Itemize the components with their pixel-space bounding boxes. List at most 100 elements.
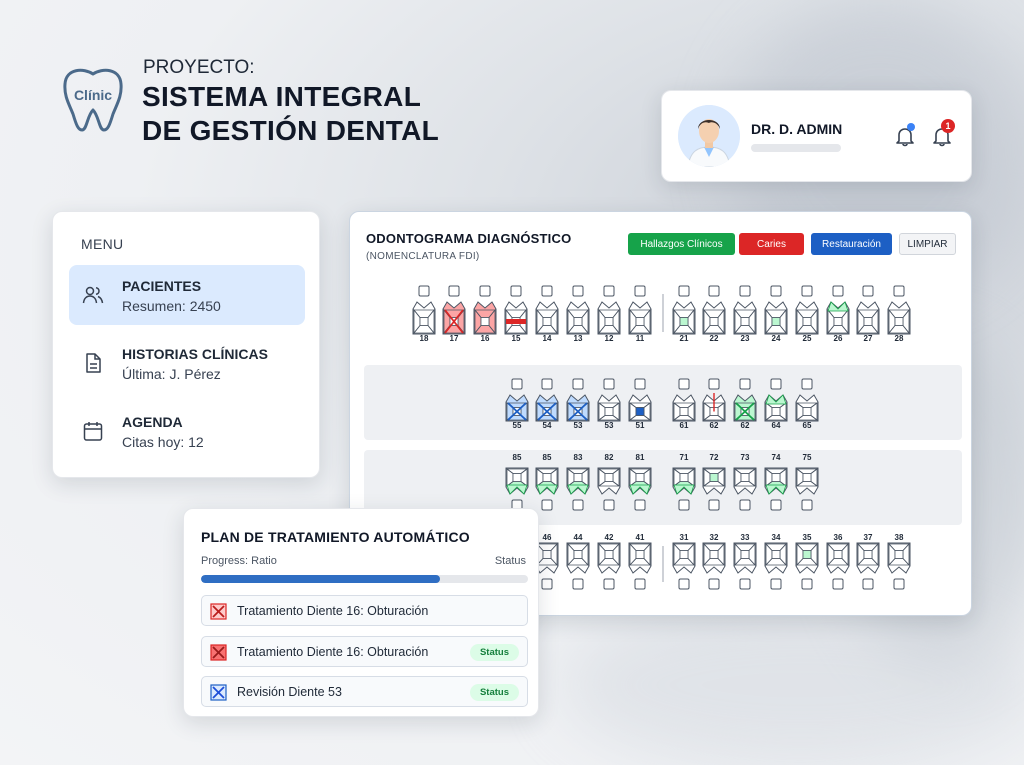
tooth-checkbox[interactable] [801,378,813,390]
tooth-checkbox[interactable] [739,378,751,390]
tooth-41[interactable]: 41 [628,533,652,590]
tooth-checkbox[interactable] [739,578,751,590]
tooth-checkbox[interactable] [708,578,720,590]
tooth-checkbox[interactable] [479,285,491,297]
tooth-checkbox[interactable] [603,499,615,511]
tooth-checkbox[interactable] [801,578,813,590]
tooth-24[interactable]: 24 [764,285,788,343]
tooth-61[interactable]: 61 [672,378,696,430]
tooth-31[interactable]: 31 [672,533,696,590]
tooth-81[interactable]: 81 [628,453,652,511]
tooth-checkbox[interactable] [770,378,782,390]
tooth-22[interactable]: 22 [702,285,726,343]
tooth-checkbox[interactable] [541,578,553,590]
tooth-12[interactable]: 12 [597,285,621,343]
tooth-14[interactable]: 14 [535,285,559,343]
tooth-checkbox[interactable] [801,499,813,511]
tooth-16[interactable]: 16 [473,285,497,343]
tooth-checkbox[interactable] [634,378,646,390]
tooth-checkbox[interactable] [770,578,782,590]
tooth-83[interactable]: 83 [566,453,590,511]
tooth-checkbox[interactable] [708,285,720,297]
tooth-62[interactable]: 62 [702,378,726,430]
tooth-55[interactable]: 55 [505,378,529,430]
tooth-13[interactable]: 13 [566,285,590,343]
tooth-82[interactable]: 82 [597,453,621,511]
tooth-checkbox[interactable] [801,285,813,297]
tooth-11[interactable]: 11 [628,285,652,343]
tooth-53[interactable]: 53 [597,378,621,430]
tooth-71[interactable]: 71 [672,453,696,511]
tooth-35[interactable]: 35 [795,533,819,590]
tooth-64[interactable]: 64 [764,378,788,430]
tooth-checkbox[interactable] [739,499,751,511]
tooth-checkbox[interactable] [634,499,646,511]
tooth-checkbox[interactable] [572,378,584,390]
tooth-51[interactable]: 51 [628,378,652,430]
tooth-42[interactable]: 42 [597,533,621,590]
tooth-checkbox[interactable] [603,578,615,590]
tooth-checkbox[interactable] [678,378,690,390]
tooth-54[interactable]: 54 [535,378,559,430]
tooth-checkbox[interactable] [572,578,584,590]
tooth-21[interactable]: 21 [672,285,696,343]
avatar[interactable] [678,105,740,167]
tooth-37[interactable]: 37 [856,533,880,590]
tooth-checkbox[interactable] [603,378,615,390]
menu-item-pacientes[interactable]: PACIENTES Resumen: 2450 [69,265,305,325]
tooth-44[interactable]: 44 [566,533,590,590]
tooth-62[interactable]: 62 [733,378,757,430]
tooth-checkbox[interactable] [634,285,646,297]
tooth-72[interactable]: 72 [702,453,726,511]
tooth-23[interactable]: 23 [733,285,757,343]
tooth-checkbox[interactable] [739,285,751,297]
tooth-75[interactable]: 75 [795,453,819,511]
tooth-checkbox[interactable] [448,285,460,297]
tooth-checkbox[interactable] [510,285,522,297]
tooth-checkbox[interactable] [541,499,553,511]
tooth-checkbox[interactable] [893,285,905,297]
tooth-46[interactable]: 46 [535,533,559,590]
tooth-18[interactable]: 18 [412,285,436,343]
tooth-checkbox[interactable] [634,578,646,590]
tooth-15[interactable]: 15 [504,285,528,343]
task-item[interactable]: Tratamiento Diente 16: Obturación [201,595,528,626]
tooth-32[interactable]: 32 [702,533,726,590]
tooth-checkbox[interactable] [770,499,782,511]
tooth-checkbox[interactable] [541,378,553,390]
tooth-73[interactable]: 73 [733,453,757,511]
tooth-checkbox[interactable] [708,499,720,511]
tooth-checkbox[interactable] [511,378,523,390]
tooth-checkbox[interactable] [708,378,720,390]
tooth-checkbox[interactable] [572,499,584,511]
tooth-checkbox[interactable] [678,578,690,590]
tooth-34[interactable]: 34 [764,533,788,590]
task-item[interactable]: Revisión Diente 53 Status [201,676,528,707]
tooth-36[interactable]: 36 [826,533,850,590]
tooth-checkbox[interactable] [862,285,874,297]
notification-bell-alert[interactable]: 1 [931,119,955,147]
tooth-38[interactable]: 38 [887,533,911,590]
tooth-27[interactable]: 27 [856,285,880,343]
tooth-65[interactable]: 65 [795,378,819,430]
tooth-26[interactable]: 26 [826,285,850,343]
task-item[interactable]: Tratamiento Diente 16: Obturación Status [201,636,528,667]
tooth-checkbox[interactable] [678,499,690,511]
tooth-74[interactable]: 74 [764,453,788,511]
tooth-28[interactable]: 28 [887,285,911,343]
menu-item-agenda[interactable]: AGENDA Citas hoy: 12 [69,401,305,461]
tooth-53[interactable]: 53 [566,378,590,430]
tooth-checkbox[interactable] [678,285,690,297]
tooth-checkbox[interactable] [770,285,782,297]
tooth-checkbox[interactable] [832,285,844,297]
notification-bell[interactable] [894,123,916,147]
tooth-17[interactable]: 17 [442,285,466,343]
tooth-33[interactable]: 33 [733,533,757,590]
tooth-85[interactable]: 85 [505,453,529,511]
tooth-checkbox[interactable] [893,578,905,590]
tooth-85[interactable]: 85 [535,453,559,511]
tooth-checkbox[interactable] [541,285,553,297]
menu-item-historias[interactable]: HISTORIAS CLÍNICAS Última: J. Pérez [69,333,305,393]
tooth-checkbox[interactable] [603,285,615,297]
tooth-25[interactable]: 25 [795,285,819,343]
